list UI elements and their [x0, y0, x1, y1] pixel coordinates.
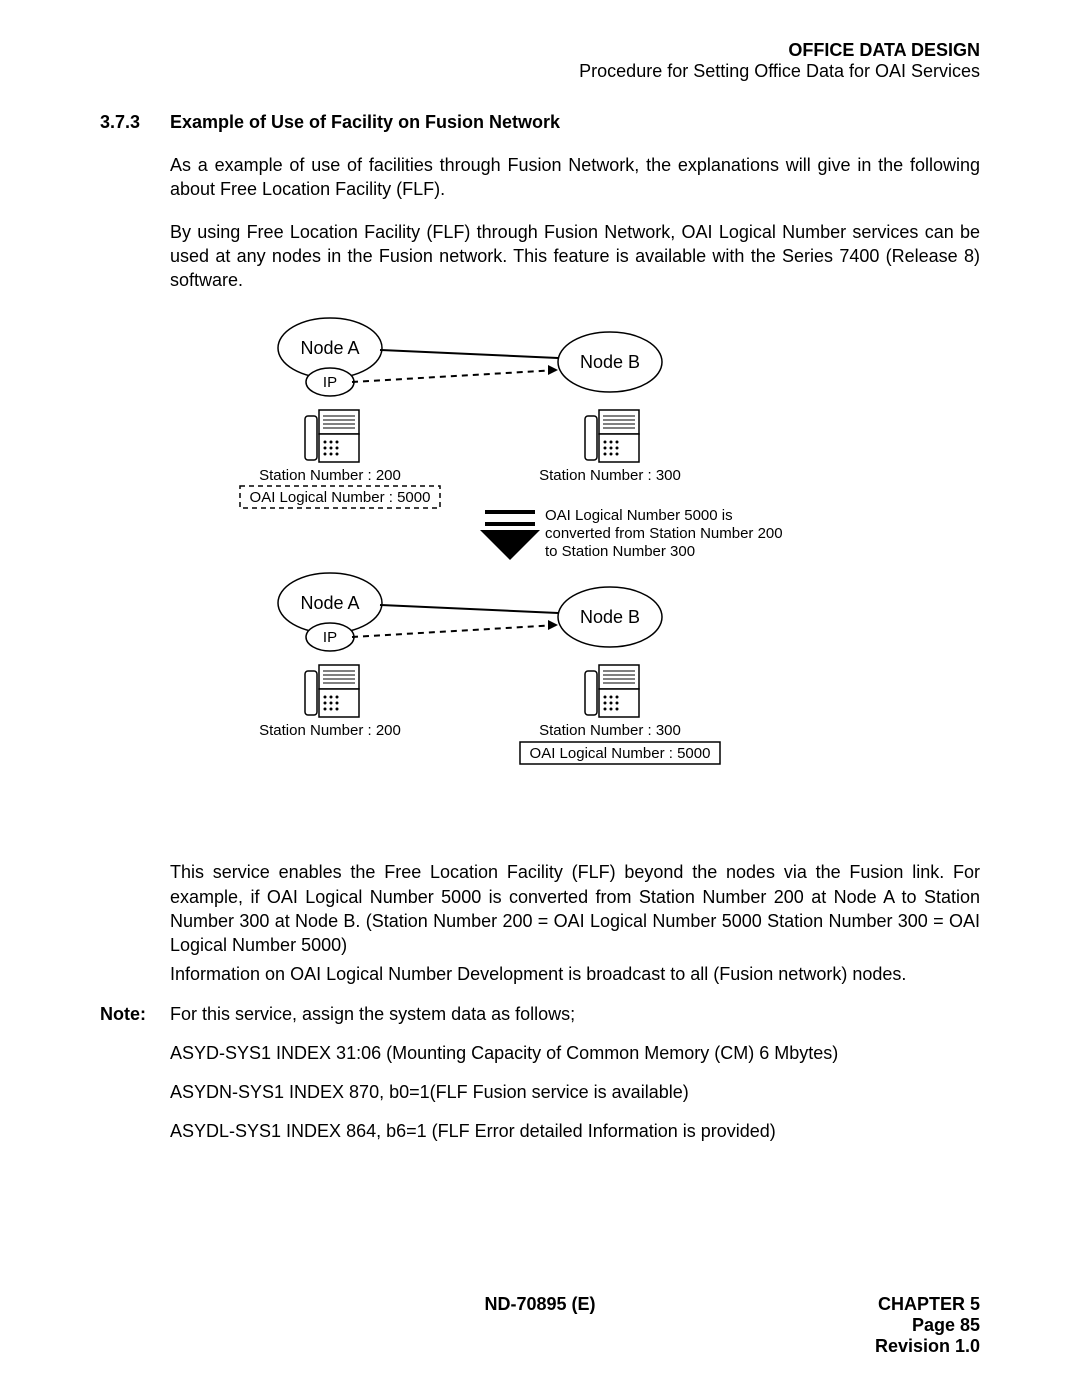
- down-arrow-icon: [480, 512, 540, 560]
- diagram-ip-top: IP: [323, 374, 337, 391]
- diagram-node-a-top: Node A: [300, 338, 359, 358]
- station-b-bottom: Station Number : 300: [539, 722, 681, 739]
- station-a-top: Station Number : 200: [259, 467, 401, 484]
- data-line-3: ASYDL-SYS1 INDEX 864, b6=1 (FLF Error de…: [170, 1121, 980, 1142]
- station-a-bottom: Station Number : 200: [259, 722, 401, 739]
- diagram-node-b-bottom: Node B: [580, 607, 640, 627]
- footer-revision: Revision 1.0: [875, 1336, 980, 1357]
- page-header: OFFICE DATA DESIGN Procedure for Setting…: [100, 40, 980, 82]
- note-label: Note:: [100, 1004, 170, 1025]
- convert-line3: to Station Number 300: [545, 543, 695, 560]
- footer-page: Page 85: [875, 1315, 980, 1336]
- diagram-node-b-top: Node B: [580, 352, 640, 372]
- data-line-1: ASYD-SYS1 INDEX 31:06 (Mounting Capacity…: [170, 1043, 980, 1064]
- convert-line2: converted from Station Number 200: [545, 525, 783, 542]
- oai-b-bottom: OAI Logical Number : 5000: [530, 745, 711, 762]
- page-footer: ND-70895 (E) CHAPTER 5 Page 85 Revision …: [100, 1294, 980, 1357]
- section-heading: 3.7.3 Example of Use of Facility on Fusi…: [100, 112, 980, 133]
- note-row: Note: For this service, assign the syste…: [100, 1004, 980, 1025]
- paragraph-1: As a example of use of facilities throug…: [170, 153, 980, 202]
- diagram: Node A IP Node B: [100, 310, 980, 830]
- convert-line1: OAI Logical Number 5000 is: [545, 507, 733, 524]
- phone-icon: [305, 665, 359, 717]
- section-number: 3.7.3: [100, 112, 170, 133]
- section-title: Example of Use of Facility on Fusion Net…: [170, 112, 560, 133]
- phone-icon: [305, 410, 359, 462]
- note-text: For this service, assign the system data…: [170, 1004, 575, 1025]
- diagram-node-a-bottom: Node A: [300, 593, 359, 613]
- diagram-ip-bottom: IP: [323, 629, 337, 646]
- header-title: OFFICE DATA DESIGN: [100, 40, 980, 61]
- header-subtitle: Procedure for Setting Office Data for OA…: [100, 61, 980, 82]
- phone-icon: [585, 410, 639, 462]
- footer-docnum: ND-70895 (E): [100, 1294, 980, 1315]
- oai-a-top: OAI Logical Number : 5000: [250, 489, 431, 506]
- paragraph-2: By using Free Location Facility (FLF) th…: [170, 220, 980, 293]
- station-b-top: Station Number : 300: [539, 467, 681, 484]
- paragraph-3: This service enables the Free Location F…: [170, 860, 980, 957]
- phone-icon: [585, 665, 639, 717]
- paragraph-4: Information on OAI Logical Number Develo…: [170, 962, 980, 986]
- data-line-2: ASYDN-SYS1 INDEX 870, b0=1(FLF Fusion se…: [170, 1082, 980, 1103]
